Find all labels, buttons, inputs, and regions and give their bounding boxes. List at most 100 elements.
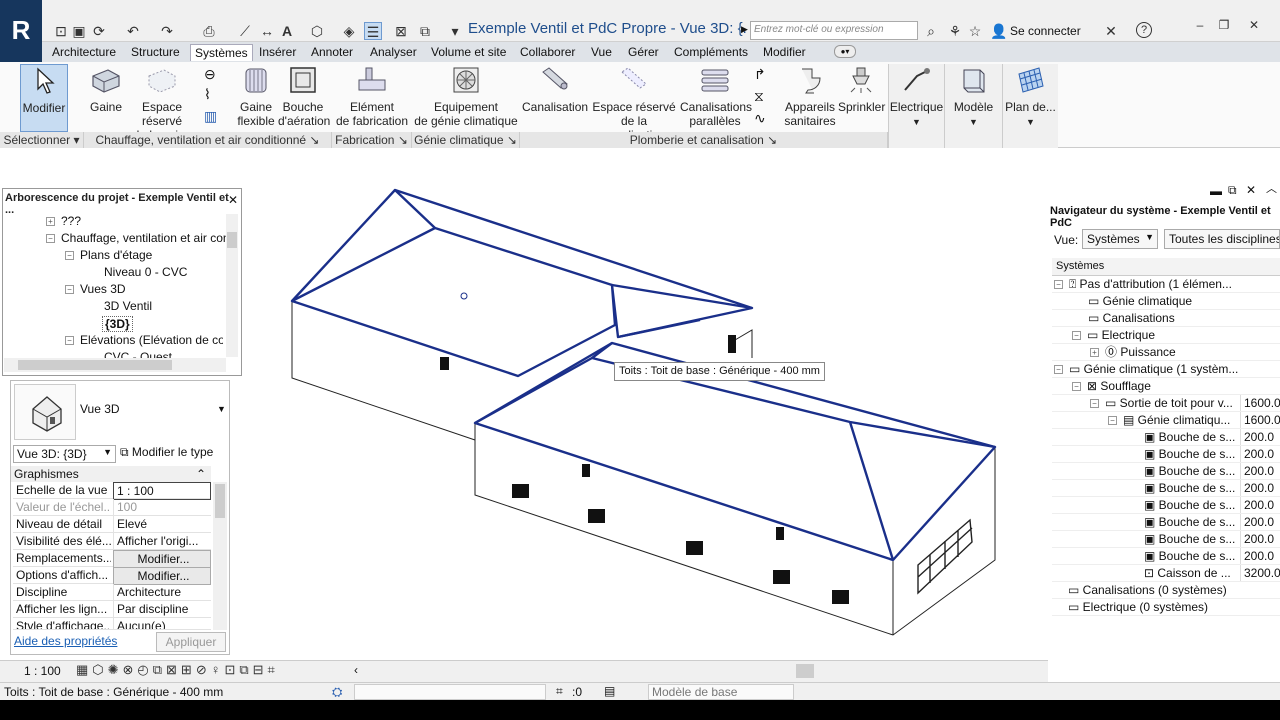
- collapse-icon[interactable]: −: [1108, 416, 1117, 425]
- exchange-icon[interactable]: ✕: [1102, 22, 1120, 40]
- tab-gerer[interactable]: Gérer: [624, 44, 663, 61]
- gaine-button[interactable]: Gaine: [88, 64, 124, 132]
- nav-row[interactable]: ▣ Bouche de s... 200.0: [1052, 480, 1280, 497]
- tree-item-vues3d[interactable]: − Vues 3D: [65, 282, 126, 296]
- nav-row[interactable]: − ⍰ Pas d'attribution (1 élémen...: [1052, 276, 1280, 293]
- flex-pipe-icon[interactable]: ∿: [754, 110, 766, 127]
- view-restore-icon[interactable]: ⧉: [1228, 183, 1237, 198]
- nav-row[interactable]: ▭ Génie climatique: [1052, 293, 1280, 310]
- worksets-icon[interactable]: ⛭: [332, 684, 342, 700]
- espace-canalisation-button[interactable]: Espace réservé de la canalisation: [590, 64, 678, 142]
- favorites-icon[interactable]: ☆: [966, 22, 984, 40]
- nav-row[interactable]: − ⊠ Soufflage: [1052, 378, 1280, 395]
- tree-item-3d-active[interactable]: {3D}: [102, 316, 133, 332]
- collapse-icon[interactable]: −: [1052, 277, 1069, 291]
- collapse-icon[interactable]: −: [1072, 331, 1081, 340]
- user-icon[interactable]: 👤: [990, 22, 1008, 40]
- prop-row[interactable]: Options d'affich... Modifier...: [13, 567, 211, 585]
- panel-plomberie[interactable]: Plomberie et canalisation ↘: [520, 132, 888, 148]
- prop-value[interactable]: Par discipline: [113, 601, 211, 617]
- type-dropdown-icon[interactable]: ▼: [217, 404, 226, 414]
- modele-button[interactable]: Modèle ▼: [944, 64, 1002, 150]
- bouche-aeration-button[interactable]: Bouche d'aération: [278, 64, 330, 132]
- tree-item-niveau0[interactable]: Niveau 0 - CVC: [104, 265, 187, 279]
- nav-row[interactable]: − ▤ Génie climatiqu... 1600.0: [1052, 412, 1280, 429]
- panel-cvc[interactable]: Chauffage, ventilation et air conditionn…: [84, 132, 332, 148]
- app-menu-button[interactable]: R: [0, 0, 42, 62]
- tab-annoter[interactable]: Annoter: [307, 44, 357, 61]
- print-icon[interactable]: ⎙: [200, 22, 218, 40]
- undo-icon[interactable]: ↶: [124, 22, 142, 40]
- prop-value[interactable]: Afficher l'origi...: [113, 533, 211, 549]
- nav-row[interactable]: − ▭ Sortie de toit pour v... 1600.0: [1052, 395, 1280, 412]
- design-options-icon[interactable]: ▤: [604, 684, 615, 698]
- collapse-icon[interactable]: −: [1054, 365, 1063, 374]
- tab-analyser[interactable]: Analyser: [366, 44, 421, 61]
- thin-lines-icon[interactable]: ☰: [364, 22, 382, 40]
- expand-icon[interactable]: +: [1090, 348, 1099, 357]
- duct-accessory-icon[interactable]: ⌇: [204, 86, 211, 103]
- scroll-left-icon[interactable]: ‹: [354, 663, 358, 677]
- tab-architecture[interactable]: Architecture: [48, 44, 120, 61]
- text-icon[interactable]: A: [278, 22, 296, 40]
- subscription-icon[interactable]: ⚘: [946, 22, 964, 40]
- nav-row[interactable]: ▣ Bouche de s... 200.0: [1052, 429, 1280, 446]
- maximize-icon[interactable]: ❐: [1214, 18, 1234, 34]
- panel-genie-climatique[interactable]: Génie climatique ↘: [412, 132, 520, 148]
- prop-value[interactable]: Aucun(e): [113, 618, 211, 629]
- nav-row[interactable]: ▣ Bouche de s... 200.0: [1052, 514, 1280, 531]
- prop-row[interactable]: Echelle de la vue 1 : 100: [13, 482, 211, 500]
- expand-icon[interactable]: +: [46, 217, 55, 226]
- espace-gaine-button[interactable]: Espace réservé de la gaine: [124, 64, 200, 142]
- tree-item-cvc[interactable]: − Chauffage, ventilation et air con: [46, 231, 230, 245]
- pipe-fitting-icon[interactable]: ↱: [754, 66, 766, 83]
- tab-inserer[interactable]: Insérer: [255, 44, 300, 61]
- tab-systemes[interactable]: Systèmes: [190, 44, 253, 61]
- help-icon[interactable]: ?: [1136, 22, 1152, 38]
- nav-row[interactable]: ⊡ Caisson de ... 3200.0: [1052, 565, 1280, 582]
- close-window-icon[interactable]: ✕: [1244, 18, 1264, 34]
- minimize-icon[interactable]: –: [1190, 18, 1210, 34]
- help-properties-link[interactable]: Aide des propriétés: [14, 634, 117, 648]
- props-scroll-thumb[interactable]: [215, 484, 225, 518]
- collapse-icon[interactable]: −: [46, 234, 55, 243]
- tab-volume-site[interactable]: Volume et site: [427, 44, 510, 61]
- dimension-icon[interactable]: ↔: [258, 22, 276, 40]
- tree-item-cvc-ouest[interactable]: CVC - Ouest: [104, 350, 172, 358]
- 3d-view-icon[interactable]: ⬡: [308, 22, 326, 40]
- ribbon-toggle-icon[interactable]: ●▾: [834, 45, 856, 58]
- viewport-hscroll-thumb[interactable]: [796, 664, 814, 678]
- editable-icon[interactable]: ⌗: [556, 684, 563, 699]
- element-fabrication-button[interactable]: Elément de fabrication: [334, 64, 410, 132]
- tree-item-3d-ventil[interactable]: 3D Ventil: [104, 299, 152, 313]
- prop-row[interactable]: Discipline Architecture: [13, 584, 211, 601]
- prop-value[interactable]: Elevé: [113, 516, 211, 532]
- nav-row[interactable]: + ⓪ Puissance: [1052, 344, 1280, 361]
- collapse-icon[interactable]: −: [65, 251, 74, 260]
- prop-value-input[interactable]: 1 : 100: [113, 482, 211, 500]
- collapse-icon[interactable]: −: [65, 336, 74, 345]
- workset-select[interactable]: [354, 684, 546, 700]
- collapse-group-icon[interactable]: ⌃: [196, 466, 206, 482]
- tab-vue[interactable]: Vue: [587, 44, 616, 61]
- view-select[interactable]: Systèmes ▼: [1082, 229, 1158, 249]
- sprinkler-button[interactable]: Sprinkler: [838, 64, 885, 132]
- prop-value[interactable]: Architecture: [113, 584, 211, 600]
- group-graphismes[interactable]: Graphismes ⌃: [11, 466, 211, 482]
- section-icon[interactable]: ◈: [340, 22, 358, 40]
- tree-item-plans[interactable]: − Plans d'étage: [65, 248, 152, 262]
- gaine-flexible-button[interactable]: Gaine flexible: [234, 64, 278, 132]
- browser-vscroll-thumb[interactable]: [227, 232, 237, 248]
- plan-de-button[interactable]: Plan de... ▼: [1002, 64, 1058, 150]
- sync-icon[interactable]: ⟳: [90, 22, 108, 40]
- prop-row[interactable]: Visibilité des élé... Afficher l'origi...: [13, 533, 211, 550]
- panel-selectionner[interactable]: Sélectionner ▾: [0, 132, 84, 148]
- prop-row[interactable]: Niveau de détail Elevé: [13, 516, 211, 533]
- collapse-icon[interactable]: −: [1090, 399, 1099, 408]
- tab-modifier[interactable]: Modifier: [759, 44, 810, 61]
- tab-complements[interactable]: Compléments: [670, 44, 752, 61]
- tree-item-elevations[interactable]: − Elévations (Elévation de con: [65, 333, 223, 347]
- nav-row[interactable]: − ▭ Génie climatique (1 systèm...: [1052, 361, 1280, 378]
- tab-collaborer[interactable]: Collaborer: [516, 44, 579, 61]
- binoculars-icon[interactable]: ⌕: [922, 22, 940, 40]
